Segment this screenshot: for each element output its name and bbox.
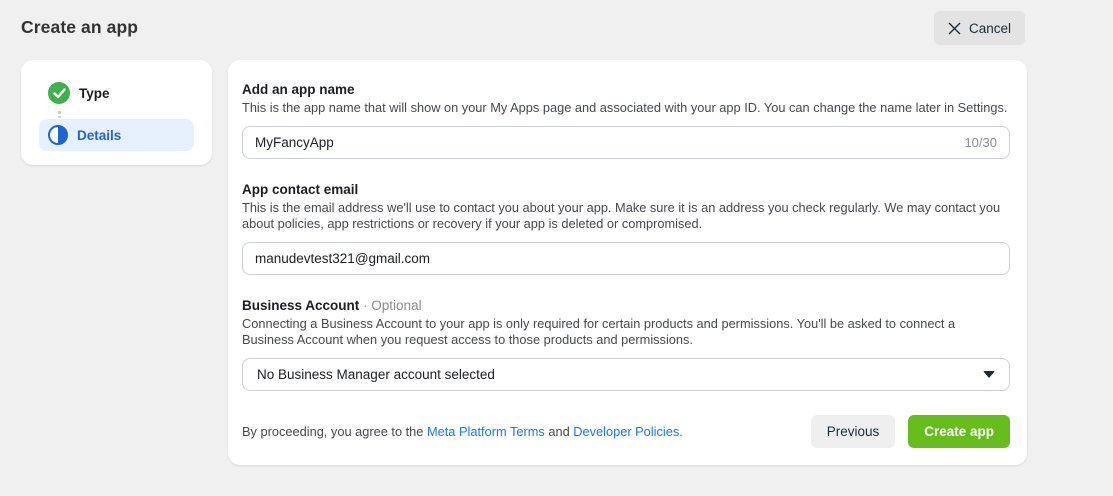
app-name-char-counter: 10/30	[964, 135, 997, 150]
close-icon	[948, 22, 961, 35]
stepper-card: Type Details	[21, 60, 212, 165]
check-circle-icon	[48, 82, 70, 104]
create-app-button[interactable]: Create app	[908, 415, 1010, 448]
contact-email-field-wrap	[242, 242, 1010, 275]
step-connector-dots	[58, 110, 194, 119]
stepper-item-details[interactable]: Details	[39, 119, 194, 151]
app-name-section: Add an app name This is the app name tha…	[242, 81, 1010, 159]
business-account-selected-value: No Business Manager account selected	[257, 367, 495, 382]
business-account-select[interactable]: No Business Manager account selected	[242, 358, 1010, 391]
developer-policies-link[interactable]: Developer Policies.	[573, 424, 683, 439]
business-account-label: Business Account · Optional	[242, 297, 1010, 314]
business-account-label-text: Business Account	[242, 298, 359, 313]
app-name-label: Add an app name	[242, 81, 1010, 98]
page-title: Create an app	[21, 17, 138, 38]
half-filled-circle-icon	[48, 125, 68, 145]
contact-email-description: This is the email address we'll use to c…	[242, 200, 1010, 233]
app-name-input[interactable]	[255, 135, 954, 150]
form-footer: By proceeding, you agree to the Meta Pla…	[242, 415, 1010, 448]
app-name-description: This is the app name that will show on y…	[242, 100, 1010, 117]
contact-email-input[interactable]	[255, 251, 997, 266]
previous-button[interactable]: Previous	[811, 415, 896, 448]
agreement-text: By proceeding, you agree to the Meta Pla…	[242, 424, 683, 439]
cancel-button-label: Cancel	[969, 21, 1011, 36]
business-account-section: Business Account · Optional Connecting a…	[242, 297, 1010, 391]
contact-email-section: App contact email This is the email addr…	[242, 181, 1010, 275]
agreement-prefix: By proceeding, you agree to the	[242, 424, 427, 439]
stepper-item-type[interactable]: Type	[39, 76, 194, 110]
chevron-down-icon	[983, 371, 995, 378]
meta-platform-terms-link[interactable]: Meta Platform Terms	[427, 424, 545, 439]
agreement-middle: and	[545, 424, 573, 439]
cancel-button[interactable]: Cancel	[934, 11, 1025, 45]
app-name-field-wrap: 10/30	[242, 126, 1010, 159]
stepper-item-label: Type	[79, 86, 110, 101]
page-header: Create an app Cancel	[0, 0, 1113, 56]
details-form-card: Add an app name This is the app name tha…	[228, 60, 1027, 465]
stepper-item-label: Details	[77, 128, 121, 143]
business-account-optional-text: · Optional	[363, 298, 422, 313]
contact-email-label: App contact email	[242, 181, 1010, 198]
footer-buttons: Previous Create app	[811, 415, 1010, 448]
business-account-description: Connecting a Business Account to your ap…	[242, 316, 1010, 349]
